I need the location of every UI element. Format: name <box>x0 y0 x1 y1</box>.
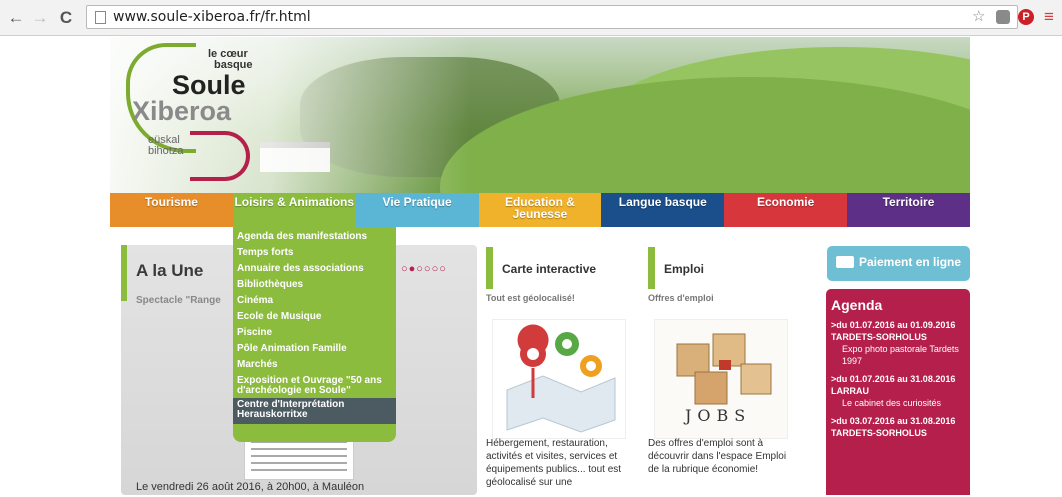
agenda-title: Agenda <box>831 297 883 313</box>
dropdown-item[interactable]: Cinéma <box>233 296 396 312</box>
agenda-item-desc: Expo photo pastorale Tardets 1997 <box>842 344 959 366</box>
agenda-item-date[interactable]: >du 01.07.2016 au 01.09.2016 TARDETS-SOR… <box>831 319 970 343</box>
emploi-title[interactable]: Emploi <box>664 262 704 276</box>
dropdown-item[interactable]: Piscine <box>233 328 396 344</box>
agenda-item-date[interactable]: >du 01.07.2016 au 31.08.2016 LARRAU <box>831 373 970 397</box>
main-menu: Tourisme Loisirs & Animations Vie Pratiq… <box>110 193 970 227</box>
a-la-une-text: Le vendredi 26 août 2016, à 20h00, à Mau… <box>136 481 365 493</box>
page-icon <box>95 11 106 24</box>
reload-button[interactable]: C <box>56 8 76 28</box>
agenda-panel: Agenda >du 01.07.2016 au 01.09.2016 TARD… <box>826 289 970 495</box>
logo-xiberoa: Xiberoa <box>132 96 232 126</box>
emploi-card[interactable]: Emploi Offres d'emploi JOBS Des offres d… <box>648 247 794 497</box>
dropdown-item[interactable]: Annuaire des associations <box>233 264 396 280</box>
browser-toolbar: ← → C www.soule-xiberoa.fr/fr.html ☆ P ≡ <box>0 0 1062 36</box>
menu-langue-basque[interactable]: Langue basque <box>601 193 725 227</box>
payment-card-icon <box>836 256 854 268</box>
dropdown-item[interactable]: Temps forts <box>233 248 396 264</box>
dropdown-item-active[interactable]: Centre d'Interprétation Herauskorritxe <box>233 398 396 424</box>
a-la-une-subtitle[interactable]: Spectacle "Range <box>136 295 221 306</box>
agenda-item[interactable]: >du 01.07.2016 au 01.09.2016 TARDETS-SOR… <box>831 319 970 367</box>
forward-button[interactable]: → <box>30 8 50 28</box>
address-bar[interactable]: www.soule-xiberoa.fr/fr.html <box>86 5 1018 29</box>
agenda-item-desc: Le cabinet des curiosités <box>842 398 942 408</box>
extension-icon[interactable] <box>996 10 1010 24</box>
emploi-subtitle: Offres d'emploi <box>648 293 714 303</box>
carte-interactive-card[interactable]: Carte interactive Tout est géolocalisé! … <box>486 247 632 497</box>
url-text: www.soule-xiberoa.fr/fr.html <box>113 9 311 25</box>
menu-icon[interactable]: ≡ <box>1044 8 1054 26</box>
back-button[interactable]: ← <box>6 8 26 28</box>
pinterest-icon[interactable]: P <box>1018 9 1034 25</box>
menu-economie[interactable]: Economie <box>724 193 848 227</box>
paiement-en-ligne-button[interactable]: Paiement en ligne <box>827 246 970 281</box>
website: le cœur basque Soule Xiberoa eüskal biho… <box>110 37 970 495</box>
carte-text: Hébergement, restauration, activités et … <box>486 438 622 488</box>
agenda-item[interactable]: >du 01.07.2016 au 31.08.2016 LARRAU Le c… <box>831 373 970 409</box>
logo-bihotza: bihotza <box>148 145 184 157</box>
carousel-dots[interactable]: ○●○○○○ <box>401 263 447 275</box>
carte-title[interactable]: Carte interactive <box>502 262 596 276</box>
agenda-item[interactable]: >du 03.07.2016 au 31.08.2016 TARDETS-SOR… <box>831 415 970 439</box>
map-image[interactable] <box>492 319 626 439</box>
jobs-word: JOBS <box>685 406 752 425</box>
bookmark-star-icon[interactable]: ☆ <box>972 8 985 26</box>
dropdown-item[interactable]: Exposition et Ouvrage "50 ans d'archéolo… <box>233 376 396 398</box>
logo-soule: Soule <box>172 70 246 100</box>
carte-subtitle: Tout est géolocalisé! <box>486 293 575 303</box>
dropdown-item[interactable]: Ecole de Musique <box>233 312 396 328</box>
a-la-une-title: A la Une <box>136 261 204 280</box>
menu-loisirs[interactable]: Loisirs & Animations <box>232 193 356 227</box>
emploi-text: Des offres d'emploi sont à découvrir dan… <box>648 438 787 475</box>
dropdown-item[interactable]: Agenda des manifestations <box>233 232 396 248</box>
paiement-label: Paiement en ligne <box>859 255 962 269</box>
menu-tourisme[interactable]: Tourisme <box>110 193 233 227</box>
dropdown-item[interactable]: Marchés <box>233 360 396 376</box>
dropdown-item[interactable]: Bibliothèques <box>233 280 396 296</box>
header-banner: le cœur basque Soule Xiberoa eüskal biho… <box>110 37 970 195</box>
loisirs-dropdown: Agenda des manifestations Temps forts An… <box>233 227 396 442</box>
menu-education[interactable]: Education & Jeunesse <box>478 193 602 227</box>
site-logo[interactable]: le cœur basque Soule Xiberoa eüskal biho… <box>120 43 270 188</box>
jobs-image[interactable]: JOBS <box>654 319 788 439</box>
menu-territoire[interactable]: Territoire <box>847 193 970 227</box>
agenda-item-date[interactable]: >du 03.07.2016 au 31.08.2016 TARDETS-SOR… <box>831 415 970 439</box>
dropdown-item[interactable]: Pôle Animation Famille <box>233 344 396 360</box>
menu-vie-pratique[interactable]: Vie Pratique <box>355 193 479 227</box>
